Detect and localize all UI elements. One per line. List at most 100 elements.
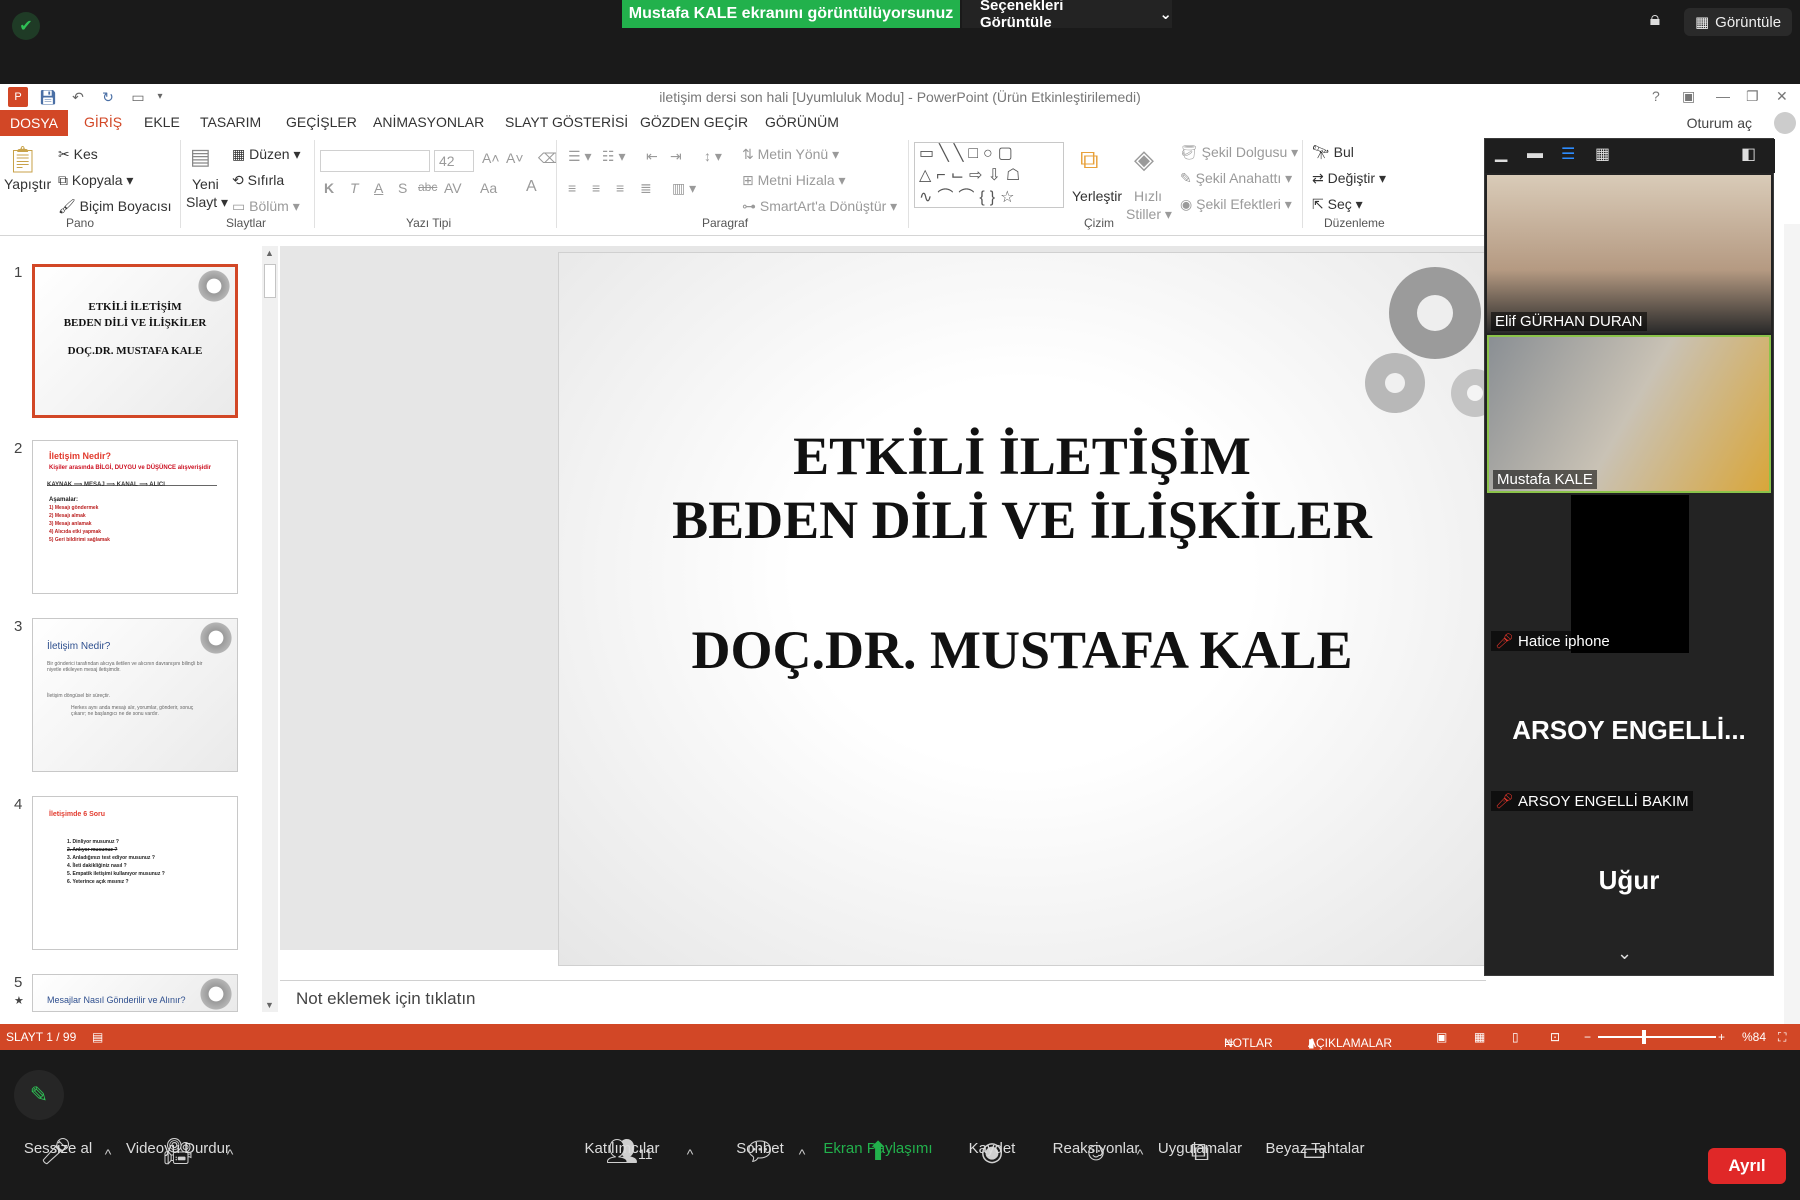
zoom-in-icon[interactable]: + (1718, 1030, 1725, 1044)
participant-video-4[interactable]: ARSOY ENGELLİ... 🎤︎ ARSOY ENGELLİ BAKIM (1487, 655, 1771, 813)
grow-font-icon[interactable]: A˄ (482, 150, 500, 166)
quick-styles-button[interactable]: Hızlı (1134, 188, 1162, 204)
shape-effects-button[interactable]: ◉ Şekil Efektleri ▾ (1180, 196, 1292, 213)
annotate-pencil-icon[interactable]: ✎ (14, 1070, 64, 1120)
mute-button[interactable]: Sessize al (18, 1140, 98, 1157)
format-painter-button[interactable]: 🖌︎ Biçim Boyacısı (58, 198, 171, 215)
align-center-icon[interactable]: ≡ (592, 180, 600, 196)
find-button[interactable]: 🔭︎ Bul (1312, 144, 1354, 161)
zoom-slider[interactable] (1598, 1036, 1716, 1038)
tab-tasarim[interactable]: TASARIM (200, 114, 261, 130)
decrease-indent-icon[interactable]: ⇤ (646, 148, 658, 165)
view-options-button[interactable]: Seçenekleri Görüntüle ⌄ (962, 0, 1172, 31)
speaker-view-icon[interactable]: ☰ (1561, 144, 1575, 164)
bold-button[interactable]: K (324, 180, 334, 196)
line-spacing-icon[interactable]: ↕ ▾ (704, 148, 722, 165)
layout-button[interactable]: ▦ Düzen ▾ (232, 146, 301, 163)
underline-button[interactable]: A (374, 180, 383, 196)
scroll-down-icon[interactable]: ▼ (265, 1000, 274, 1010)
popout-icon[interactable]: ◧ (1741, 144, 1756, 164)
shapes-gallery[interactable]: ▭╲╲□○▢ △⌐⌙⇨⇩☖ ∿⌒⌒{}☆ (914, 142, 1064, 208)
stop-video-button[interactable]: Videoyu Durdur (118, 1140, 238, 1157)
tab-gozden-gecir[interactable]: GÖZDEN GEÇİR (640, 114, 748, 130)
text-direction-button[interactable]: ⇅ Metin Yönü ▾ (742, 146, 839, 163)
whiteboards-button[interactable]: Beyaz Tahtalar (1260, 1140, 1370, 1157)
share-screen-button[interactable]: Ekran Paylaşımı (818, 1140, 938, 1157)
minimize-icon[interactable]: ▁ (1495, 143, 1507, 163)
strikethrough-button[interactable]: abc (418, 180, 437, 194)
tab-slayt-gosterisi[interactable]: SLAYT GÖSTERİSİ (505, 114, 628, 130)
zoom-out-icon[interactable]: − (1584, 1030, 1591, 1044)
increase-indent-icon[interactable]: ⇥ (670, 148, 682, 165)
spellcheck-icon[interactable]: ▤ (92, 1030, 103, 1044)
smartart-button[interactable]: ⊶ SmartArt'a Dönüştür ▾ (742, 198, 897, 215)
slideshow-view-icon[interactable]: ⊡ (1550, 1030, 1560, 1044)
reactions-button[interactable]: Reaksiyonlar (1046, 1140, 1146, 1157)
cut-button[interactable]: ✂ Kes (58, 146, 98, 163)
slide-sorter-icon[interactable]: ▦ (1474, 1030, 1485, 1044)
help-icon[interactable]: ? (1652, 88, 1660, 104)
columns-icon[interactable]: ▥ ▾ (672, 180, 696, 197)
scroll-thumb[interactable] (264, 264, 276, 298)
character-spacing-button[interactable]: AV (444, 180, 462, 196)
reset-button[interactable]: ⟲ Sıfırla (232, 172, 284, 189)
lock-icon[interactable]: 🔒︎ (1640, 8, 1670, 38)
clear-formatting-icon[interactable]: ⌫ (538, 150, 558, 167)
replace-button[interactable]: ⇄ Değiştir ▾ (1312, 170, 1386, 187)
font-color-button[interactable]: A (526, 178, 537, 196)
chevron-down-icon[interactable]: ⌄ (1617, 943, 1632, 964)
scroll-up-icon[interactable]: ▲ (265, 248, 274, 258)
justify-icon[interactable]: ≣ (640, 180, 652, 197)
sign-in-link[interactable]: Oturum aç (1687, 115, 1752, 131)
font-size-select[interactable]: 42 (434, 150, 474, 172)
new-slide-label[interactable]: Slayt ▾ (186, 194, 228, 211)
tab-gecisler[interactable]: GEÇİŞLER (286, 114, 357, 130)
tab-gorunum[interactable]: GÖRÜNÜM (765, 114, 839, 130)
view-button[interactable]: ▦ Görüntüle (1684, 8, 1792, 36)
leave-button[interactable]: Ayrıl (1708, 1148, 1786, 1184)
quick-styles-label[interactable]: Stiller ▾ (1126, 206, 1172, 223)
tab-giris[interactable]: GİRİŞ (84, 114, 122, 130)
avatar[interactable] (1774, 112, 1796, 134)
copy-button[interactable]: ⧉ Kopyala ▾ (58, 172, 133, 189)
shadow-button[interactable]: S (398, 180, 407, 196)
select-button[interactable]: ⇱ Seç ▾ (1312, 196, 1363, 213)
tab-dosya[interactable]: DOSYA (0, 110, 68, 136)
normal-view-icon[interactable]: ▣ (1436, 1030, 1447, 1044)
tab-animasyonlar[interactable]: ANİMASYONLAR (373, 114, 484, 130)
shrink-font-icon[interactable]: A˅ (506, 150, 524, 166)
chat-button[interactable]: Sohbet (720, 1140, 800, 1157)
align-right-icon[interactable]: ≡ (616, 180, 624, 196)
bullets-icon[interactable]: ☰ ▾ (568, 148, 591, 165)
slide-thumbnail-panel[interactable]: 1 ETKİLİ İLETİŞİM BEDEN DİLİ VE İLİŞKİLE… (0, 246, 264, 1012)
tab-ekle[interactable]: EKLE (144, 114, 180, 130)
align-text-button[interactable]: ⊞ Metni Hizala ▾ (742, 172, 846, 189)
section-button[interactable]: ▭ Bölüm ▾ (232, 198, 300, 215)
fit-slide-icon[interactable]: ⛶ (1778, 1030, 1786, 1045)
record-button[interactable]: Kaydet (952, 1140, 1032, 1157)
participant-video-5[interactable]: Uğur ⌄ (1487, 815, 1771, 973)
single-view-icon[interactable]: ▬ (1527, 145, 1543, 163)
font-name-select[interactable] (320, 150, 430, 172)
zoom-level[interactable]: %84 (1742, 1030, 1766, 1044)
shield-icon[interactable]: ✔ (12, 12, 40, 40)
minimize-icon[interactable]: — (1716, 88, 1730, 104)
slide-thumbnail-3[interactable]: İletişim Nedir? Bir gönderici tarafından… (32, 618, 238, 772)
close-icon[interactable]: ✕ (1776, 88, 1788, 105)
participant-video-1[interactable]: Elif GÜRHAN DURAN (1487, 175, 1771, 333)
participant-video-3[interactable]: 🎤︎ Hatice iphone (1487, 495, 1771, 653)
shape-fill-button[interactable]: 🪣︎ Şekil Dolgusu ▾ (1180, 144, 1298, 161)
slide-thumbnail-4[interactable]: İletişimde 6 Soru 1. Dinliyor musunuz ? … (32, 796, 238, 950)
participant-video-2[interactable]: Mustafa KALE (1487, 335, 1771, 493)
thumbnail-scrollbar[interactable]: ▲ ▼ (262, 246, 278, 1012)
paste-button[interactable]: Yapıştır (4, 176, 51, 192)
slide-thumbnail-5[interactable]: Mesajlar Nasıl Gönderilir ve Alınır? (32, 974, 238, 1012)
slide-thumbnail-1[interactable]: ETKİLİ İLETİŞİM BEDEN DİLİ VE İLİŞKİLER … (32, 264, 238, 418)
editor-scrollbar[interactable] (1784, 224, 1800, 1024)
zoom-slider-handle[interactable] (1642, 1030, 1646, 1044)
ribbon-display-icon[interactable]: ▣ (1682, 88, 1695, 105)
restore-icon[interactable]: ❐ (1746, 88, 1759, 105)
apps-button[interactable]: Uygulamalar (1150, 1140, 1250, 1157)
gallery-view-icon[interactable]: ▦ (1595, 144, 1610, 164)
notes-pane[interactable]: Not eklemek için tıklatın (280, 980, 1486, 1013)
